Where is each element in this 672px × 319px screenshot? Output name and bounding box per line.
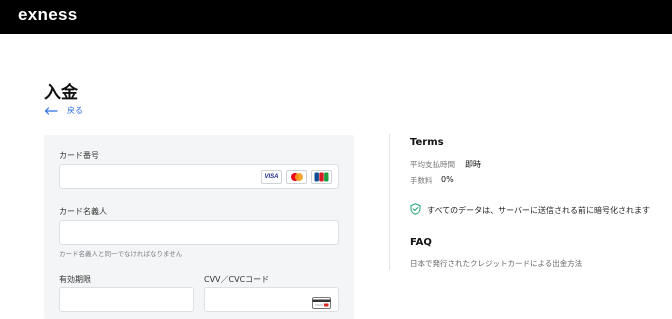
processing-time-label: 平均支払時間 (410, 160, 455, 169)
mastercard-icon (286, 170, 307, 184)
expiry-input[interactable] (59, 287, 194, 312)
processing-time-value: 即時 (465, 160, 481, 169)
fee-label: 手数料 (410, 176, 433, 185)
page-title: 入金 (44, 83, 78, 103)
cardholder-input[interactable] (59, 220, 339, 245)
back-link[interactable]: 戻る (44, 105, 83, 116)
cardholder-label: カード名義人 (59, 207, 107, 216)
jcb-icon (311, 170, 332, 184)
top-bar: exness (0, 0, 672, 34)
card-number-input[interactable]: VISA (59, 164, 339, 189)
back-label: 戻る (67, 106, 83, 115)
faq-item[interactable]: 日本で発行されたクレジットカードによる出金方法 (410, 258, 582, 269)
card-back-icon (312, 294, 331, 313)
cardholder-hint: カード名義人と同一でなければなりません (59, 250, 183, 258)
exness-logo[interactable]: exness (18, 5, 77, 25)
cvv-label: CVV／CVCコード (204, 275, 270, 284)
faq-title: FAQ (410, 237, 432, 248)
cvv-input[interactable] (204, 287, 339, 312)
security-note-text: すべてのデータは、サーバーに送信される前に暗号化されます (427, 205, 651, 215)
expiry-label: 有効期限 (59, 275, 91, 284)
arrow-left-icon (44, 106, 58, 115)
shield-check-icon (410, 203, 421, 217)
payment-form-card: カード番号 VISA カード名義人 カード名義人と同一でなければなりません 有効… (44, 135, 354, 319)
terms-title: Terms (410, 137, 444, 148)
card-number-label: カード番号 (59, 151, 99, 160)
card-brands: VISA (261, 170, 332, 184)
visa-icon: VISA (261, 170, 282, 184)
column-divider (389, 134, 390, 270)
fee-value: 0% (441, 175, 454, 184)
security-note: すべてのデータは、サーバーに送信される前に暗号化されます (410, 203, 650, 217)
